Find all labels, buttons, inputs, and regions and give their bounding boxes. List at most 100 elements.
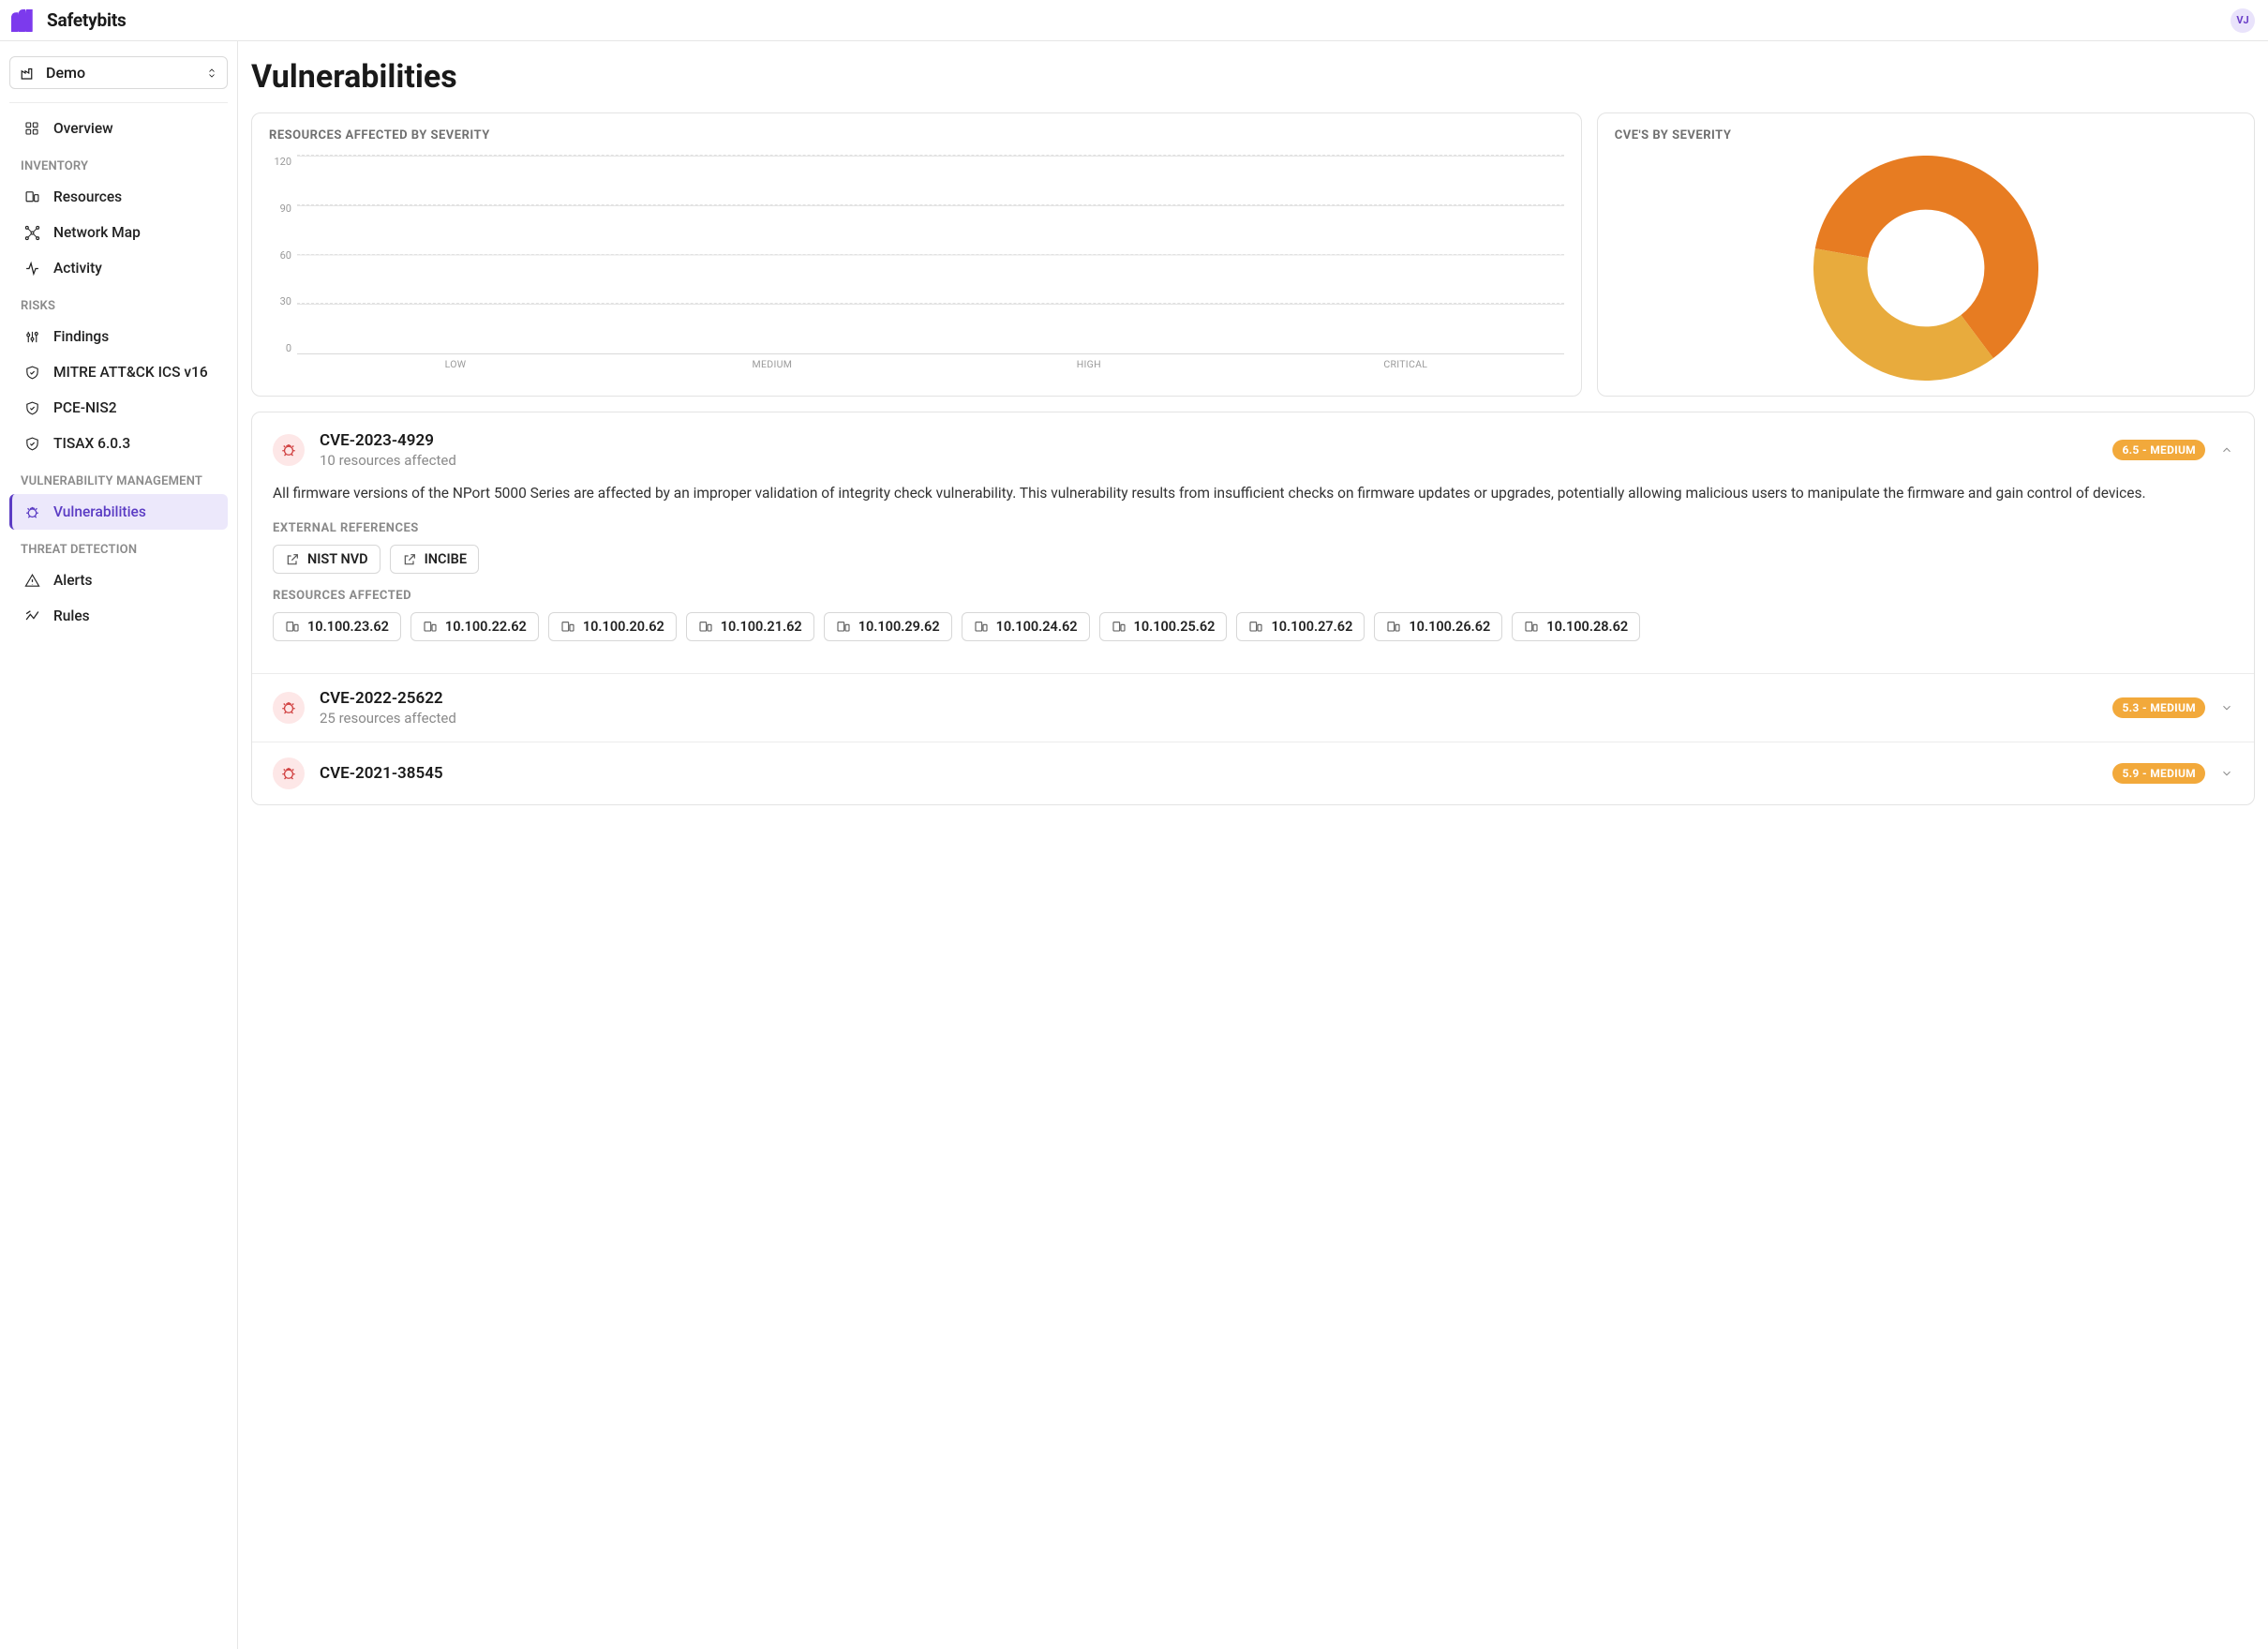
card-title: CVE'S BY SEVERITY [1615, 128, 2237, 142]
environment-label: Demo [46, 64, 197, 82]
card-title: RESOURCES AFFECTED BY SEVERITY [269, 128, 1564, 142]
sidebar-item-label: PCE-NIS2 [53, 399, 117, 416]
device-icon [698, 620, 713, 635]
sidebar-item-resources[interactable]: Resources [9, 179, 228, 215]
grid-icon [23, 121, 40, 136]
vulnerability-row: CVE-2022-25622 25 resources affected 5.3… [252, 673, 2254, 742]
bar-chart-plot [297, 156, 1564, 354]
sidebar-item-mitre[interactable]: MITRE ATT&CK ICS v16 [9, 354, 228, 390]
sidebar-item-label: Rules [53, 607, 90, 624]
resources-icon [23, 189, 40, 205]
bug-icon [273, 757, 305, 789]
sidebar-item-label: Overview [53, 120, 113, 137]
findings-icon [23, 329, 40, 345]
external-references-label: EXTERNAL REFERENCES [273, 521, 2233, 535]
external-link-icon [402, 552, 417, 567]
vulnerability-header[interactable]: CVE-2021-38545 5.9 - MEDIUM [273, 757, 2233, 789]
device-icon [560, 620, 575, 635]
severity-badge: 5.9 - MEDIUM [2112, 763, 2205, 784]
sidebar-item-label: Vulnerabilities [53, 503, 146, 520]
resource-chip[interactable]: 10.100.24.62 [962, 612, 1090, 641]
resource-chip[interactable]: 10.100.22.62 [410, 612, 539, 641]
app-header: Safetybits VJ [0, 0, 2268, 41]
resources-affected-label: RESOURCES AFFECTED [273, 589, 2233, 603]
resource-chip[interactable]: 10.100.29.62 [824, 612, 952, 641]
sidebar-item-alerts[interactable]: Alerts [9, 562, 228, 598]
vulnerability-id: CVE-2021-38545 [320, 764, 2097, 783]
page-title: Vulnerabilities [251, 58, 2255, 96]
bar-chart-y-ticks: 1209060300 [269, 156, 297, 354]
resource-chip[interactable]: 10.100.28.62 [1512, 612, 1640, 641]
sidebar-item-rules[interactable]: Rules [9, 598, 228, 634]
sidebar-group-label: VULNERABILITY MANAGEMENT [9, 461, 228, 494]
vulnerability-header[interactable]: CVE-2023-4929 10 resources affected 6.5 … [273, 431, 2233, 469]
severity-badge: 5.3 - MEDIUM [2112, 697, 2205, 718]
device-icon [974, 620, 989, 635]
chevron-down-icon[interactable] [2220, 701, 2233, 714]
device-icon [1248, 620, 1263, 635]
resource-chip[interactable]: 10.100.23.62 [273, 612, 401, 641]
device-icon [1386, 620, 1401, 635]
donut-slice-medium [1841, 253, 1977, 353]
vulnerability-list: CVE-2023-4929 10 resources affected 6.5 … [251, 412, 2255, 805]
rules-icon [23, 608, 40, 624]
bug-icon [273, 434, 305, 466]
bug-icon [273, 692, 305, 724]
resource-chip[interactable]: 10.100.25.62 [1099, 612, 1228, 641]
sidebar-item-label: Activity [53, 260, 102, 277]
card-cves-by-severity: CVE'S BY SEVERITY [1597, 112, 2255, 397]
chevron-up-icon[interactable] [2220, 443, 2233, 457]
resources-affected: 10.100.23.62 10.100.22.62 10.100.20.62 10.1… [273, 612, 2233, 641]
sidebar-item-label: MITRE ATT&CK ICS v16 [53, 364, 208, 381]
resource-chip[interactable]: 10.100.21.62 [686, 612, 814, 641]
sidebar-item-label: Resources [53, 188, 122, 205]
vulnerability-affected-count: 25 resources affected [320, 710, 2097, 727]
severity-badge: 6.5 - MEDIUM [2112, 440, 2205, 460]
resource-chip[interactable]: 10.100.20.62 [548, 612, 677, 641]
sidebar-item-pce-nis2[interactable]: PCE-NIS2 [9, 390, 228, 426]
sidebar-item-label: Network Map [53, 224, 141, 241]
environment-selector[interactable]: Demo [9, 56, 228, 89]
tisax-icon [23, 436, 40, 452]
sidebar-item-overview[interactable]: Overview [9, 111, 228, 146]
factory-icon [20, 65, 37, 82]
resource-chip[interactable]: 10.100.26.62 [1374, 612, 1502, 641]
sidebar-item-label: Alerts [53, 572, 93, 589]
sidebar-item-vulnerabilities[interactable]: Vulnerabilities [9, 494, 228, 530]
network-map-icon [23, 225, 40, 241]
alerts-icon [23, 573, 40, 589]
bar-chart-x-ticks: LOWMEDIUMHIGHCRITICAL [297, 354, 1564, 371]
sidebar-item-activity[interactable]: Activity [9, 250, 228, 286]
chevron-up-down-icon [206, 67, 217, 80]
sidebar-separator [9, 102, 228, 103]
vulnerability-header[interactable]: CVE-2022-25622 25 resources affected 5.3… [273, 689, 2233, 727]
device-icon [1524, 620, 1539, 635]
sidebar-group-label: RISKS [9, 286, 228, 319]
sidebar-item-findings[interactable]: Findings [9, 319, 228, 354]
donut-chart [1813, 156, 2038, 381]
user-avatar[interactable]: VJ [2231, 8, 2255, 33]
sidebar-item-tisax[interactable]: TISAX 6.0.3 [9, 426, 228, 461]
vulnerability-id: CVE-2023-4929 [320, 431, 2097, 450]
card-resources-by-severity: RESOURCES AFFECTED BY SEVERITY 120906030… [251, 112, 1582, 397]
external-reference-link[interactable]: NIST NVD [273, 545, 380, 574]
device-icon [1112, 620, 1127, 635]
pce-nis2-icon [23, 400, 40, 416]
brand-name: Safetybits [47, 9, 127, 31]
device-icon [836, 620, 851, 635]
brand: Safetybits [11, 9, 127, 32]
sidebar-item-network-map[interactable]: Network Map [9, 215, 228, 250]
vulnerability-row: CVE-2021-38545 5.9 - MEDIUM [252, 742, 2254, 804]
brand-logo-icon [11, 9, 37, 32]
chevron-down-icon[interactable] [2220, 767, 2233, 780]
sidebar-group-label: INVENTORY [9, 146, 228, 179]
vulnerability-description: All firmware versions of the NPort 5000 … [273, 482, 2233, 504]
activity-icon [23, 261, 40, 277]
device-icon [285, 620, 300, 635]
external-reference-link[interactable]: INCIBE [390, 545, 479, 574]
bar-chart: 1209060300 LOWMEDIUMHIGHCRITICAL [269, 156, 1564, 371]
sidebar-item-label: TISAX 6.0.3 [53, 435, 130, 452]
resource-chip[interactable]: 10.100.27.62 [1236, 612, 1365, 641]
sidebar-group-label: THREAT DETECTION [9, 530, 228, 562]
vulnerability-affected-count: 10 resources affected [320, 452, 2097, 469]
